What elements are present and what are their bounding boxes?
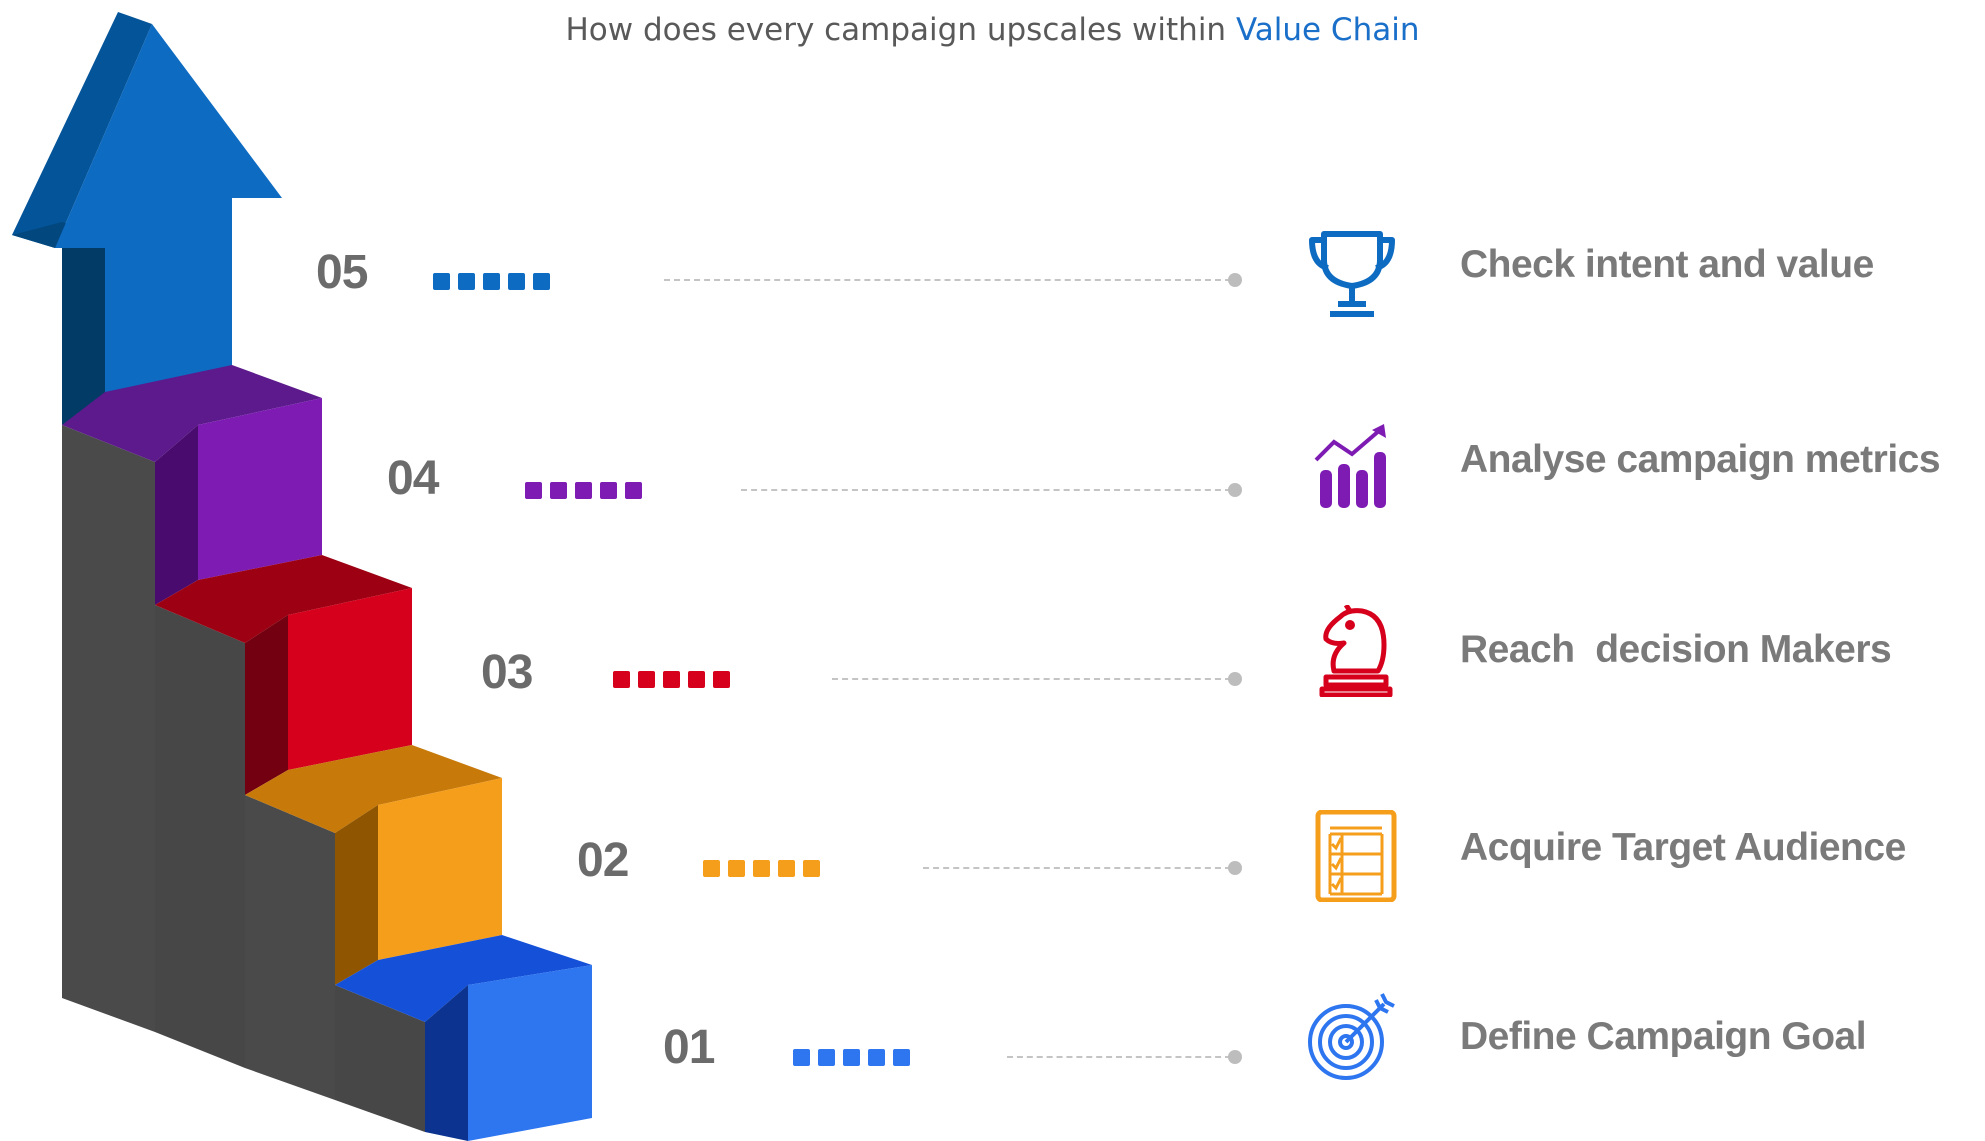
dot (525, 482, 542, 499)
step-number-03: 03 (481, 646, 533, 699)
dot (893, 1049, 910, 1066)
dot (550, 482, 567, 499)
leader-line-02 (923, 867, 1231, 869)
dot (868, 1049, 885, 1066)
step-label-02: Acquire Target Audience (1460, 826, 1906, 869)
dot (483, 273, 500, 290)
dot (625, 482, 642, 499)
step-label-03: Reach decision Makers (1460, 628, 1892, 671)
step-03-front (288, 588, 412, 770)
dot (803, 860, 820, 877)
leader-end-05 (1228, 273, 1242, 287)
chess-knight-icon (1319, 605, 1393, 697)
step-label-01: Define Campaign Goal (1460, 1015, 1867, 1058)
step-label-05: Check intent and value (1460, 243, 1874, 286)
dot (663, 671, 680, 688)
leader-end-03 (1228, 672, 1242, 686)
step-number-04: 04 (387, 452, 439, 505)
leader-line-05 (664, 279, 1231, 281)
step-dots-04 (525, 482, 642, 499)
dot (533, 273, 550, 290)
stair-base-column-2 (155, 605, 245, 1068)
step-dots-05 (433, 273, 550, 290)
dot (508, 273, 525, 290)
dot (818, 1049, 835, 1066)
step-dots-03 (613, 671, 730, 688)
step-dots-02 (703, 860, 820, 877)
dot (600, 482, 617, 499)
stair-base-column-1 (62, 425, 155, 1032)
leader-end-02 (1228, 861, 1242, 875)
step-01-front (468, 965, 592, 1141)
step-label-04: Analyse campaign metrics (1460, 438, 1941, 481)
leader-end-04 (1228, 483, 1242, 497)
growth-chart-icon (1314, 424, 1386, 508)
stair-base-column-3 (245, 795, 335, 1100)
leader-line-03 (832, 678, 1231, 680)
step-number-02: 02 (577, 834, 629, 887)
dot (713, 671, 730, 688)
dot (688, 671, 705, 688)
dot (458, 273, 475, 290)
arrow-shaft-side (62, 235, 105, 425)
step-04-front (198, 398, 322, 580)
trophy-icon (1309, 231, 1395, 317)
step-02-side (335, 805, 378, 985)
staircase-arrow-graphic (12, 12, 592, 1141)
dot (778, 860, 795, 877)
dot (703, 860, 720, 877)
step-02-front (378, 778, 502, 960)
step-03-side (245, 615, 288, 795)
dot (793, 1049, 810, 1066)
target-dart-icon (1308, 993, 1395, 1080)
dot (575, 482, 592, 499)
step-number-05: 05 (316, 246, 368, 299)
leader-end-01 (1228, 1050, 1242, 1064)
step-number-01: 01 (663, 1021, 715, 1074)
dot (638, 671, 655, 688)
dot (613, 671, 630, 688)
leader-line-01 (1007, 1056, 1231, 1058)
step-dots-01 (793, 1049, 910, 1066)
dot (753, 860, 770, 877)
dot (433, 273, 450, 290)
dot (843, 1049, 860, 1066)
leader-line-04 (741, 489, 1231, 491)
checklist-icon (1315, 810, 1397, 902)
dot (728, 860, 745, 877)
